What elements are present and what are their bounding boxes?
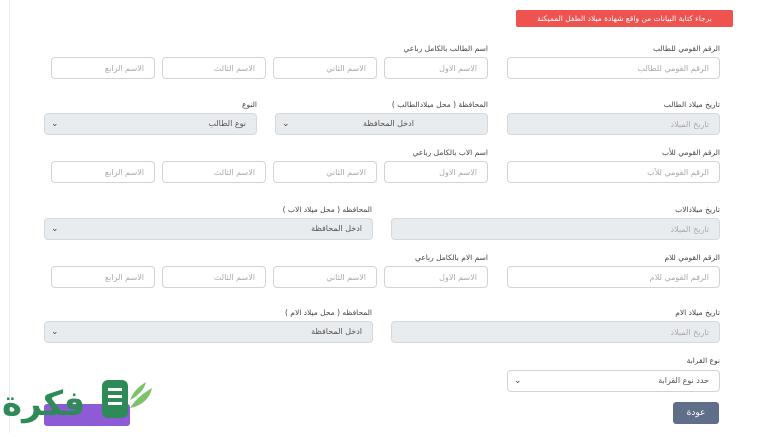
mother-governorate-label: المحافظه ( محل ميلاد الام ) <box>284 308 372 317</box>
father-birthdate-input[interactable] <box>391 218 720 240</box>
logo-text: فكرة <box>2 384 87 424</box>
student-governorate-value: ادخل المحافظة <box>363 119 414 128</box>
father-governorate-value: ادخل المحافظة <box>311 224 362 233</box>
father-birthdate-label: تاريخ ميلادالاب <box>675 205 720 214</box>
student-governorate-select[interactable]: ⌄ ادخل المحافظة <box>275 113 488 135</box>
student-fourth-name-input[interactable] <box>51 57 155 79</box>
father-national-id-label: الرقم القومي للأب <box>662 148 720 157</box>
student-gender-value: نوع الطالب <box>208 119 246 128</box>
father-first-name-input[interactable] <box>384 161 488 183</box>
father-fullname-label: اسم الاب بالكامل رباعي <box>412 148 488 157</box>
student-gender-label: النوع <box>242 100 257 109</box>
mother-birthdate-label: تاريخ ميلاد الام <box>675 308 720 317</box>
relation-value: حدد نوع القرابة <box>658 376 709 385</box>
relation-label: نوع القرابة <box>686 356 720 365</box>
student-birthdate-label: تاريخ ميلاد الطالب <box>663 100 720 109</box>
mother-governorate-select[interactable]: ⌄ ادخل المحافظة <box>44 321 373 343</box>
instructions-notice: برجاء كتابة البيانات من واقع شهادة ميلاد… <box>516 10 733 27</box>
chevron-down-icon: ⌄ <box>51 327 59 337</box>
chevron-down-icon: ⌄ <box>514 376 522 386</box>
student-fullname-label: اسم الطالب بالكامل رباعي <box>403 44 488 53</box>
student-birthdate-input[interactable] <box>507 113 720 135</box>
student-gender-select[interactable]: ⌄ نوع الطالب <box>44 113 257 135</box>
father-national-id-input[interactable] <box>507 161 720 183</box>
chevron-down-icon: ⌄ <box>51 119 59 129</box>
student-national-id-label: الرقم القومي للطالب <box>652 44 720 53</box>
student-third-name-input[interactable] <box>162 57 266 79</box>
student-governorate-label: المحافظة ( محل ميلادالطالب ) <box>391 100 488 109</box>
mother-third-name-input[interactable] <box>162 266 266 288</box>
student-national-id-input[interactable] <box>507 57 720 79</box>
student-first-name-input[interactable] <box>384 57 488 79</box>
father-governorate-select[interactable]: ⌄ ادخل المحافظة <box>44 218 373 240</box>
mother-birthdate-input[interactable] <box>391 321 720 343</box>
mother-national-id-input[interactable] <box>507 266 720 288</box>
mother-governorate-value: ادخل المحافظة <box>311 327 362 336</box>
father-third-name-input[interactable] <box>162 161 266 183</box>
mother-fourth-name-input[interactable] <box>51 266 155 288</box>
back-button[interactable]: عودة <box>673 402 719 424</box>
student-second-name-input[interactable] <box>273 57 377 79</box>
mother-first-name-input[interactable] <box>384 266 488 288</box>
mother-national-id-label: الرقم القومي للام <box>664 253 720 262</box>
chevron-down-icon: ⌄ <box>51 224 59 234</box>
relation-select[interactable]: ⌄ حدد نوع القرابة <box>507 370 720 392</box>
father-fourth-name-input[interactable] <box>51 161 155 183</box>
chevron-down-icon: ⌄ <box>282 119 290 129</box>
mother-second-name-input[interactable] <box>273 266 377 288</box>
mother-fullname-label: اسم الام بالكامل رباعي <box>414 253 488 262</box>
father-governorate-label: المحافظه ( محل ميلاد الاب ) <box>282 205 372 214</box>
father-second-name-input[interactable] <box>273 161 377 183</box>
